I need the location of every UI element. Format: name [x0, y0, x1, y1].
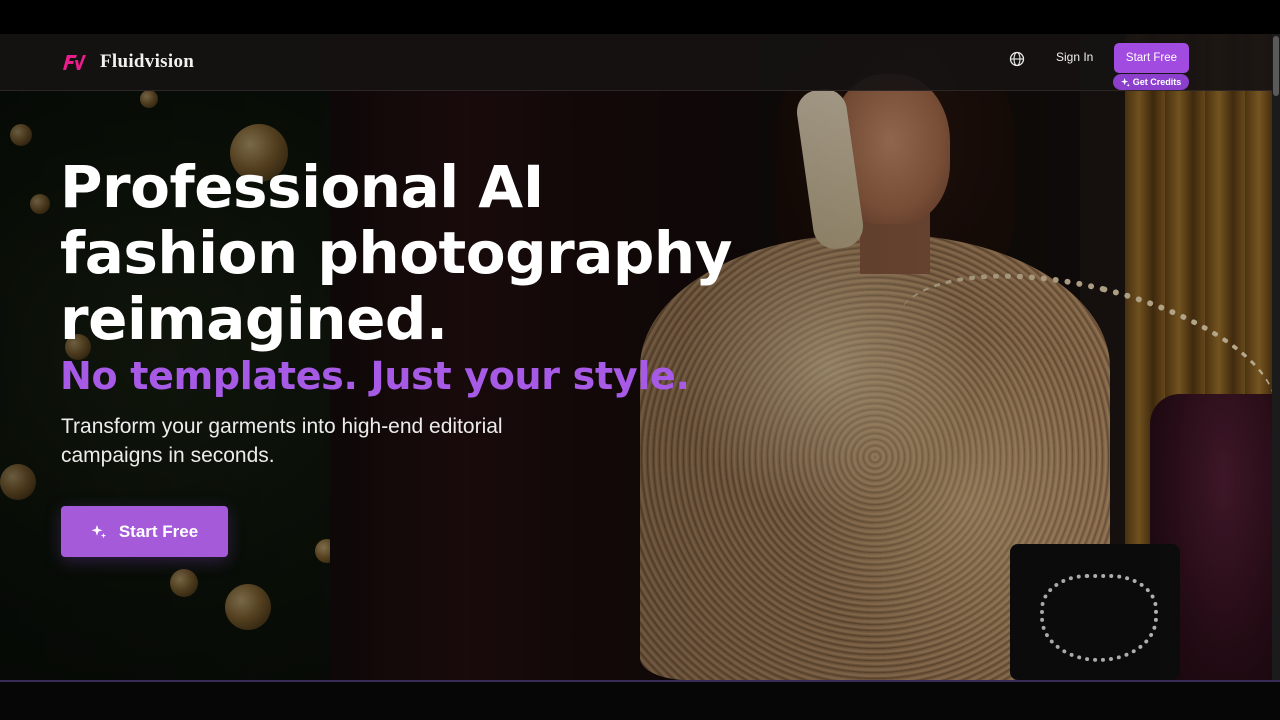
- brand-name: Fluidvision: [100, 51, 195, 72]
- letterbox-top: [0, 0, 1280, 34]
- sparkle-icon: [1120, 77, 1130, 87]
- hero-start-free-button[interactable]: Start Free: [61, 506, 228, 557]
- page-viewport: Fluidvision Sign In Start Free Get Credi…: [0, 34, 1272, 680]
- hero-title-line: Professional AI: [60, 153, 544, 221]
- brand-logo[interactable]: Fluidvision: [62, 51, 194, 73]
- letterbox-bottom: [0, 682, 1280, 720]
- hero-cta-label: Start Free: [118, 521, 199, 541]
- hero-title: Professional AI fashion photography reim…: [60, 154, 780, 352]
- hero-title-line: fashion photography: [60, 219, 733, 287]
- sign-in-link[interactable]: Sign In: [1056, 50, 1093, 64]
- sparkle-icon: [91, 524, 107, 538]
- scrollbar-thumb[interactable]: [1273, 36, 1279, 96]
- hero-title-line: reimagined.: [60, 285, 448, 353]
- globe-icon[interactable]: [1009, 51, 1025, 67]
- nav-start-free-button[interactable]: Start Free: [1114, 43, 1189, 73]
- top-navbar: Fluidvision Sign In Start Free Get Credi…: [0, 34, 1272, 91]
- vertical-scrollbar[interactable]: [1272, 34, 1280, 680]
- get-credits-label: Get Credits: [1132, 77, 1182, 87]
- hero-subtitle: No templates. Just your style.: [60, 354, 690, 398]
- hero-description: Transform your garments into high-end ed…: [61, 415, 503, 467]
- get-credits-badge[interactable]: Get Credits: [1113, 74, 1189, 90]
- fluidvision-logo-icon: [63, 55, 86, 70]
